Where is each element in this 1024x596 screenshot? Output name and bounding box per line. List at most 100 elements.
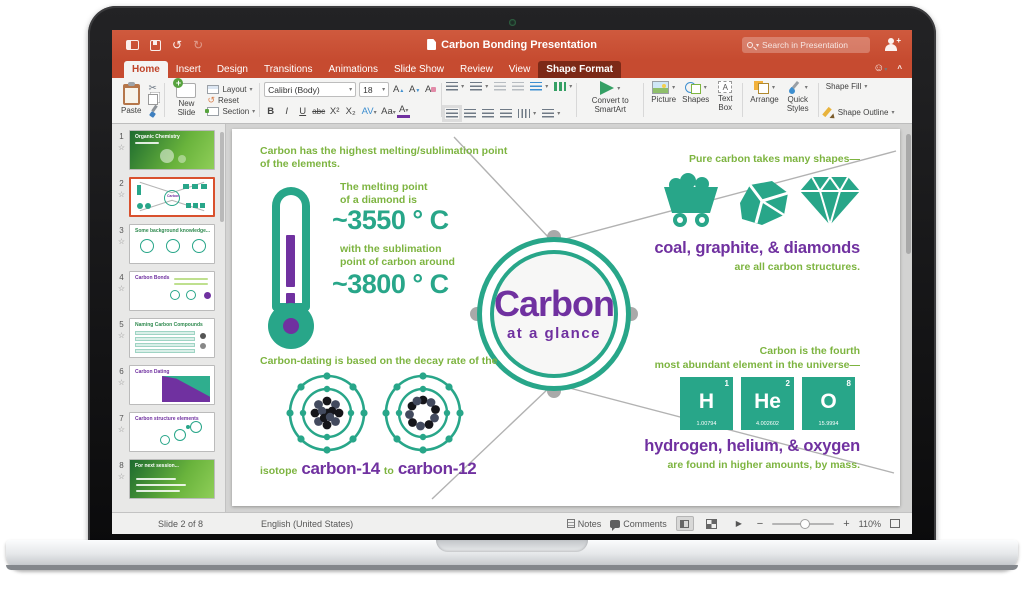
thumbnail-slide-8[interactable]: 8☆ For next session... xyxy=(114,459,221,499)
layout-button[interactable]: Layout▾ xyxy=(207,85,255,94)
slide-subtitle: at a glance xyxy=(507,325,601,342)
animation-star-icon: ☆ xyxy=(118,143,125,152)
share-button[interactable]: + xyxy=(884,38,898,51)
animation-star-icon: ☆ xyxy=(118,284,125,293)
feedback-smiley-icon[interactable]: ☺▾ xyxy=(873,62,887,74)
tab-transitions[interactable]: Transitions xyxy=(256,61,321,78)
laptop-base xyxy=(6,540,1018,570)
isotope-prefix: isotope xyxy=(260,465,297,477)
format-painter-icon[interactable] xyxy=(148,105,160,117)
decrease-indent-button[interactable] xyxy=(494,82,506,91)
thumbnail-scrollbar[interactable] xyxy=(220,132,224,222)
quick-styles-button[interactable]: ▾ Quick Styles xyxy=(782,80,814,120)
slide-number: 4 xyxy=(119,273,123,282)
strikethrough-button[interactable]: abc xyxy=(312,106,325,117)
tab-design[interactable]: Design xyxy=(209,61,256,78)
arrange-button[interactable]: ▾ Arrange xyxy=(747,80,781,120)
italic-button[interactable]: I xyxy=(280,106,293,117)
tab-slide-show[interactable]: Slide Show xyxy=(386,61,452,78)
isotope-text-group: isotope carbon-14 to carbon-12 xyxy=(260,459,476,479)
grow-font-button[interactable]: A▲ xyxy=(392,84,405,95)
new-slide-button[interactable]: New Slide xyxy=(169,82,203,119)
thumbnail-slide-3[interactable]: 3☆ Some background knowledge... xyxy=(114,224,221,264)
zoom-out-button[interactable]: − xyxy=(757,518,763,530)
canvas-scrollbar[interactable] xyxy=(906,134,911,254)
increase-indent-button[interactable] xyxy=(512,82,524,91)
align-left-button[interactable] xyxy=(446,109,458,118)
tab-home[interactable]: Home xyxy=(124,61,168,78)
slide-title: Carbon xyxy=(494,286,614,322)
fit-to-window-icon[interactable] xyxy=(890,519,900,528)
underline-button[interactable]: U xyxy=(296,106,309,117)
thumbnail-slide-1[interactable]: 1☆ Organic Chemistry xyxy=(114,130,221,170)
align-text-button[interactable]: ▾ xyxy=(542,109,560,118)
bold-button[interactable]: B xyxy=(264,106,277,117)
new-slide-icon xyxy=(176,83,196,98)
slideshow-view-button[interactable]: ▶ xyxy=(730,516,748,531)
thumbnail-slide-5[interactable]: 5☆ Naming Carbon Compounds xyxy=(114,318,221,358)
zoom-in-button[interactable]: + xyxy=(843,518,849,530)
change-case-button[interactable]: Aa▾ xyxy=(381,106,394,117)
language-indicator[interactable]: English (United States) xyxy=(261,519,353,529)
macbook-frame: ↺ ↻ Carbon Bonding Presentation ▾ Search… xyxy=(0,0,1024,596)
justify-button[interactable] xyxy=(500,109,512,118)
line-spacing-button[interactable]: ▾ xyxy=(530,82,548,91)
section-button[interactable]: Section▾ xyxy=(207,107,255,116)
thumbnail-slide-7[interactable]: 7☆ Carbon structure elements xyxy=(114,412,221,452)
convert-smartart-button[interactable]: ▾ Convert to SmartArt xyxy=(581,80,639,120)
bullets-button[interactable]: ▾ xyxy=(446,82,464,91)
normal-view-button[interactable] xyxy=(676,516,694,531)
clear-formatting-button[interactable]: A xyxy=(424,84,437,95)
thumbnail-slide-2-selected[interactable]: 2☆ Carbon xyxy=(114,177,221,217)
tab-shape-format[interactable]: Shape Format xyxy=(538,61,621,78)
search-scope-caret-icon: ▾ xyxy=(756,42,759,49)
slide-thumbnail-panel: 1☆ Organic Chemistry 2☆ xyxy=(112,124,226,512)
paste-button[interactable]: Paste xyxy=(118,83,144,117)
numbering-button[interactable]: ▾ xyxy=(470,82,488,91)
text-direction-button[interactable]: ▾ xyxy=(518,109,536,118)
shrink-font-button[interactable]: A▼ xyxy=(408,84,421,95)
search-input[interactable]: ▾ Search in Presentation xyxy=(742,37,870,53)
shape-outline-button[interactable]: Shape Outline▾ xyxy=(823,107,895,118)
superscript-button[interactable]: X² xyxy=(328,106,341,117)
notes-button[interactable]: Notes xyxy=(567,519,602,529)
subscript-button[interactable]: X₂ xyxy=(344,106,357,117)
tab-view[interactable]: View xyxy=(501,61,539,78)
thumbnail-slide-4[interactable]: 4☆ Carbon Bonds xyxy=(114,271,221,311)
text-box-icon: A xyxy=(718,81,732,93)
tab-insert[interactable]: Insert xyxy=(168,61,209,78)
font-color-button[interactable]: A▾ xyxy=(397,104,410,118)
tab-review[interactable]: Review xyxy=(452,61,501,78)
zoom-level[interactable]: 110% xyxy=(859,519,881,529)
paragraph-group: ▾ ▾ ▾ ▾ ▾ ▾ xyxy=(446,80,572,120)
animation-star-icon: ☆ xyxy=(118,190,125,199)
align-center-button[interactable] xyxy=(464,109,476,118)
character-spacing-button[interactable]: AV▾ xyxy=(360,106,378,117)
element-tile-oxygen: 8 O 15.9994 xyxy=(802,377,855,430)
picture-button[interactable]: ▾ Picture xyxy=(648,80,679,120)
font-size-select[interactable]: 18▾ xyxy=(359,82,389,97)
elements-caption-text: are found in higher amounts, by mass. xyxy=(600,459,860,472)
font-name-select[interactable]: Calibri (Body)▾ xyxy=(264,82,356,97)
copy-icon[interactable] xyxy=(148,94,158,105)
slide-number: 3 xyxy=(119,226,123,235)
sublimation-label: with the sublimation point of carbon aro… xyxy=(340,243,455,269)
shapes-button[interactable]: ▾ Shapes xyxy=(679,80,712,120)
slide-editor[interactable]: Carbon at a glance Carbon has the highes… xyxy=(232,129,900,506)
shape-fill-button[interactable]: Shape Fill▾ xyxy=(823,82,895,91)
zoom-slider[interactable] xyxy=(772,523,834,525)
quick-styles-icon xyxy=(788,81,802,94)
comments-button[interactable]: Comments xyxy=(610,519,667,529)
slide-number: 7 xyxy=(119,414,123,423)
collapse-ribbon-icon[interactable]: ^ xyxy=(897,64,902,73)
reset-button[interactable]: ↺Reset xyxy=(207,96,255,105)
text-box-button[interactable]: A Text Box xyxy=(712,80,738,120)
zoom-slider-knob[interactable] xyxy=(800,519,810,529)
cut-icon[interactable]: ✂ xyxy=(148,84,160,94)
slide-sorter-view-button[interactable] xyxy=(703,516,721,531)
tab-animations[interactable]: Animations xyxy=(321,61,386,78)
slide-number: 6 xyxy=(119,367,123,376)
columns-button[interactable]: ▾ xyxy=(554,82,572,91)
thumbnail-slide-6[interactable]: 6☆ Carbon Dating xyxy=(114,365,221,405)
align-right-button[interactable] xyxy=(482,109,494,118)
